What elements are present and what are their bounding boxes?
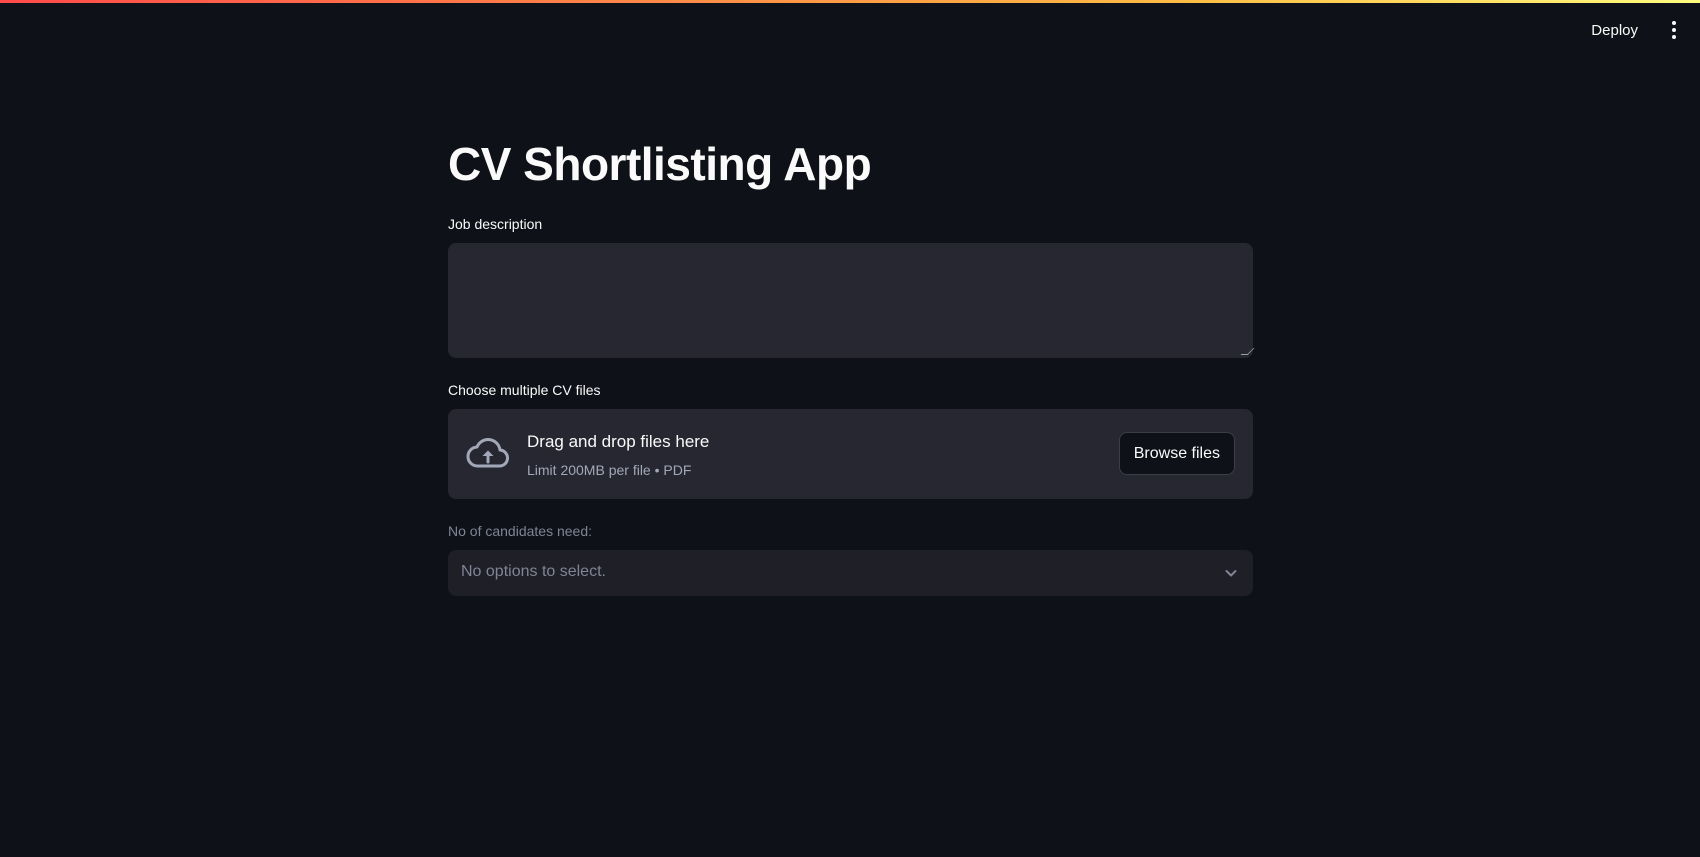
dropzone-instructions: Drag and drop files here — [527, 432, 710, 451]
job-description-input[interactable] — [448, 243, 1253, 358]
candidates-select[interactable]: No options to select. — [448, 550, 1253, 596]
dropzone-limit-text: Limit 200MB per file • PDF — [527, 462, 692, 478]
file-dropzone[interactable]: Drag and drop files here Limit 200MB per… — [448, 409, 1253, 499]
cv-upload-label: Choose multiple CV files — [448, 382, 601, 398]
chevron-down-icon — [1225, 570, 1237, 577]
app-header: Deploy — [0, 3, 1700, 55]
candidates-label: No of candidates need: — [448, 523, 592, 539]
browse-files-button[interactable]: Browse files — [1118, 432, 1235, 475]
job-description-label: Job description — [448, 216, 543, 232]
deploy-button[interactable]: Deploy — [1581, 15, 1648, 45]
cloud-upload-icon — [466, 438, 509, 468]
candidates-select-placeholder: No options to select. — [461, 563, 606, 580]
page-title: CV Shortlisting App — [448, 138, 872, 190]
more-vertical-icon[interactable] — [1662, 15, 1686, 45]
deploy-button-label: Deploy — [1591, 21, 1638, 39]
